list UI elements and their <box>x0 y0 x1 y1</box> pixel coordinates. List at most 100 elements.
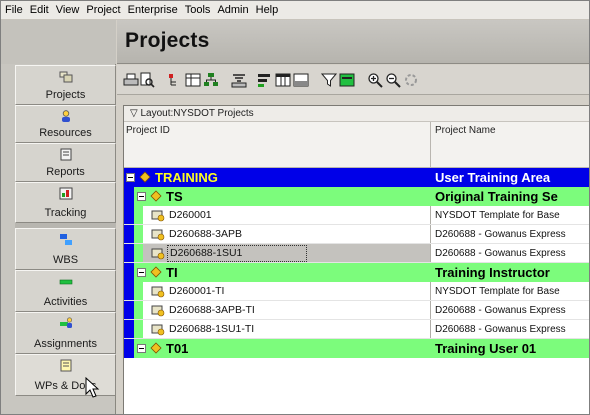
sidebar-item-label: Tracking <box>44 207 87 219</box>
grid-rows: TRAINING User Training Area TS Original … <box>124 168 589 414</box>
column-project-name[interactable]: Project Name <box>435 125 496 136</box>
project-icon <box>151 248 165 260</box>
table-row-selected[interactable]: D260688-1SU1 D260688 - Gowanus Express <box>124 244 589 263</box>
layout-bar[interactable]: ▽ Layout:NYSDOT Projects <box>124 106 589 122</box>
chevron-down-icon[interactable]: ▽ <box>130 108 138 119</box>
collapse-toggle[interactable] <box>137 268 146 277</box>
tree-indent <box>134 206 143 224</box>
tree-indent <box>134 282 143 300</box>
project-id-cell: D260688-3APB-TI <box>169 304 255 316</box>
tracking-icon <box>59 187 72 200</box>
sidebar-item-label: Resources <box>39 127 92 139</box>
tree-indent <box>124 339 134 358</box>
green-panel-icon[interactable] <box>339 72 355 88</box>
bottom-layout-icon[interactable] <box>293 72 309 88</box>
sidebar-item-label: Assignments <box>34 338 97 350</box>
collapse-toggle[interactable] <box>126 173 135 182</box>
project-id-cell: D260688-1SU1 <box>167 245 307 262</box>
tree-indent <box>124 320 134 338</box>
tree-indent <box>124 244 134 262</box>
group-sort-icon[interactable] <box>203 72 219 88</box>
page-title: Projects <box>125 29 210 52</box>
menu-project[interactable]: Project <box>86 4 120 16</box>
table-row[interactable]: D260001 NYSDOT Template for Base <box>124 206 589 225</box>
table-row[interactable]: D260688-3APB D260688 - Gowanus Express <box>124 225 589 244</box>
tree-indent <box>134 320 143 338</box>
tree-view-icon[interactable] <box>167 72 183 88</box>
table-row[interactable]: TRAINING User Training Area <box>124 168 589 187</box>
column-divider[interactable] <box>430 122 431 168</box>
project-id-cell: D260001-TI <box>169 285 225 297</box>
sidebar-item-tracking[interactable]: Tracking <box>15 182 116 223</box>
sidebar-item-reports[interactable]: Reports <box>15 143 116 182</box>
project-id-cell: TRAINING <box>155 170 218 185</box>
filter-icon[interactable] <box>321 72 337 88</box>
project-id-cell: D260688-3APB <box>169 228 242 240</box>
tree-indent <box>124 263 134 282</box>
menu-tools[interactable]: Tools <box>185 4 211 16</box>
menu-edit[interactable]: Edit <box>30 4 49 16</box>
project-id-cell: D260688-1SU1-TI <box>169 323 255 335</box>
menu-admin[interactable]: Admin <box>217 4 248 16</box>
mouse-cursor-icon <box>85 377 100 398</box>
sidebar-item-wbs[interactable]: WBS <box>15 228 116 270</box>
disabled-tool-icon[interactable] <box>403 72 419 88</box>
sidebar-item-activities[interactable]: Activities <box>15 270 116 312</box>
layout-icon[interactable] <box>231 72 247 88</box>
bars-icon[interactable] <box>257 72 273 88</box>
menu-file[interactable]: File <box>5 4 23 16</box>
project-name-cell: Original Training Se <box>435 189 558 204</box>
project-id-cell: D260001 <box>169 209 212 221</box>
zoom-out-icon[interactable] <box>385 72 401 88</box>
print-preview-icon[interactable] <box>139 72 155 88</box>
sidebar-item-resources[interactable]: Resources <box>15 105 116 143</box>
table-row[interactable]: D260688-3APB-TI D260688 - Gowanus Expres… <box>124 301 589 320</box>
project-icon <box>151 305 165 317</box>
project-id-cell: TS <box>166 189 183 204</box>
column-project-id[interactable]: Project ID <box>126 125 170 136</box>
table-row[interactable]: T01 Training User 01 <box>124 339 589 358</box>
tree-indent <box>124 206 134 224</box>
assignments-icon <box>59 317 72 328</box>
menu-enterprise[interactable]: Enterprise <box>128 4 178 16</box>
main-content: Projects ▽ Layout:NYSDOT Projects Projec… <box>117 20 589 414</box>
tree-indent <box>134 244 143 262</box>
project-name-cell: Training User 01 <box>435 341 537 356</box>
table-row[interactable]: D260001-TI NYSDOT Template for Base <box>124 282 589 301</box>
menu-view[interactable]: View <box>56 4 80 16</box>
activities-icon <box>59 279 72 285</box>
table-row[interactable]: TS Original Training Se <box>124 187 589 206</box>
sidebar-item-assignments[interactable]: Assignments <box>15 312 116 354</box>
sidebar-item-projects[interactable]: Projects <box>15 65 116 105</box>
tree-indent <box>134 301 143 319</box>
sidebar-item-label: WBS <box>52 254 79 266</box>
reports-icon <box>60 148 71 161</box>
tree-indent <box>124 225 134 243</box>
table-columns-icon[interactable] <box>275 72 291 88</box>
navigation-sidebar: Projects Resources Reports Tracking WBS … <box>1 20 116 414</box>
tree-indent <box>124 301 134 319</box>
project-icon <box>151 210 165 222</box>
project-name-cell: NYSDOT Template for Base <box>435 210 560 221</box>
title-bar: Projects <box>117 20 589 64</box>
column-divider <box>430 301 431 319</box>
eps-icon <box>150 266 162 278</box>
columns-icon[interactable] <box>185 72 201 88</box>
project-name-cell: Training Instructor <box>435 265 550 280</box>
project-icon <box>151 286 165 298</box>
layout-name: Layout:NYSDOT Projects <box>140 108 254 119</box>
sidebar-item-label: Activities <box>43 296 88 308</box>
zoom-in-icon[interactable] <box>367 72 383 88</box>
project-name-cell: D260688 - Gowanus Express <box>435 324 566 335</box>
table-row[interactable]: TI Training Instructor <box>124 263 589 282</box>
menu-help[interactable]: Help <box>256 4 279 16</box>
column-header: Project ID Project Name <box>124 122 589 168</box>
table-row[interactable]: D260688-1SU1-TI D260688 - Gowanus Expres… <box>124 320 589 339</box>
app-window: File Edit View Project Enterprise Tools … <box>0 0 590 415</box>
projects-grid: ▽ Layout:NYSDOT Projects Project ID Proj… <box>123 105 589 414</box>
collapse-toggle[interactable] <box>137 192 146 201</box>
collapse-toggle[interactable] <box>137 344 146 353</box>
project-icon <box>151 229 165 241</box>
print-icon[interactable] <box>123 72 139 88</box>
sidebar-item-label: Projects <box>45 89 86 101</box>
